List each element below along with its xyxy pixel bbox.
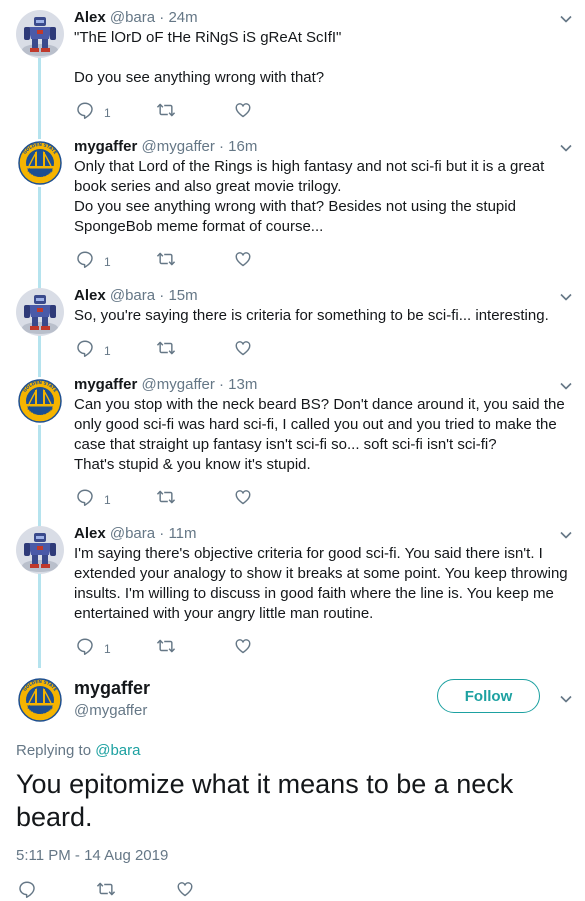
author-handle[interactable]: @mygaffer <box>142 376 215 393</box>
thread-tweet[interactable]: GOLDEN STATE WARRIORS mygaffer @mygaffer … <box>0 137 585 277</box>
reply-icon <box>76 250 94 268</box>
main-tweet-timestamp[interactable]: 5:11 PM - 14 Aug 2019 <box>16 847 168 864</box>
retweet-button[interactable] <box>156 487 176 507</box>
retweet-icon <box>156 637 176 655</box>
retweet-button[interactable] <box>156 636 176 656</box>
reply-count: 1 <box>104 642 111 656</box>
reply-icon <box>76 488 94 506</box>
tweet-header: Alex @bara · 11m <box>74 524 197 544</box>
reply-count: 1 <box>104 493 111 507</box>
robot-avatar[interactable] <box>16 526 64 574</box>
retweet-icon <box>156 101 176 119</box>
warriors-logo-avatar[interactable]: GOLDEN STATE WARRIORS <box>16 377 64 425</box>
tweet-header: Alex @bara · 15m <box>74 286 198 306</box>
tweet-text: Only that Lord of the Rings is high fant… <box>74 158 545 235</box>
author-handle[interactable]: @bara <box>110 525 155 542</box>
author-name[interactable]: Alex <box>74 525 106 542</box>
like-button[interactable] <box>234 249 252 269</box>
chevron-down-icon[interactable] <box>559 290 573 304</box>
heart-icon <box>176 880 194 898</box>
replying-to-link[interactable]: @bara <box>95 742 140 759</box>
tweet-text: Can you stop with the neck beard BS? Don… <box>74 396 565 473</box>
like-button[interactable] <box>234 100 252 120</box>
reply-button[interactable] <box>18 879 36 899</box>
heart-icon <box>234 250 252 268</box>
author-name[interactable]: mygaffer <box>74 138 137 155</box>
like-button[interactable] <box>176 879 194 899</box>
robot-avatar[interactable] <box>16 10 64 58</box>
warriors-logo-avatar[interactable]: GOLDEN STATE WARRIORS <box>16 139 64 187</box>
retweet-button[interactable] <box>156 338 176 358</box>
warriors-logo-avatar[interactable]: GOLDEN STATE WARRIORS <box>16 676 64 724</box>
heart-icon <box>234 339 252 357</box>
follow-button[interactable]: Follow <box>437 679 540 713</box>
chevron-down-icon[interactable] <box>559 692 573 706</box>
reply-icon <box>18 880 36 898</box>
chevron-down-icon[interactable] <box>559 141 573 155</box>
main-tweet-text: You epitomize what it means to be a neck… <box>16 769 514 832</box>
retweet-icon <box>156 339 176 357</box>
thread-tweet[interactable]: Alex @bara · 15m So, you're saying there… <box>0 286 585 366</box>
author-handle[interactable]: @bara <box>110 287 155 304</box>
robot-avatar[interactable] <box>16 288 64 336</box>
reply-button[interactable]: 1 <box>76 636 111 656</box>
reply-button[interactable]: 1 <box>76 487 111 507</box>
tweet-text: So, you're saying there is criteria for … <box>74 307 549 324</box>
tweet-header: mygaffer @mygaffer · 16m <box>74 137 257 157</box>
tweet-text: "ThE lOrD oF tHe RiNgS iS gReAt ScIfI" D… <box>74 29 342 86</box>
main-author-handle[interactable]: @mygaffer <box>74 702 147 719</box>
heart-icon <box>234 488 252 506</box>
like-button[interactable] <box>234 636 252 656</box>
heart-icon <box>234 101 252 119</box>
reply-count: 1 <box>104 255 111 269</box>
thread-tweet[interactable]: Alex @bara · 11m I'm saying there's obje… <box>0 524 585 664</box>
author-name[interactable]: mygaffer <box>74 376 137 393</box>
chevron-down-icon[interactable] <box>559 528 573 542</box>
tweet-time[interactable]: · 16m <box>219 138 257 155</box>
chevron-down-icon[interactable] <box>559 379 573 393</box>
tweet-text: I'm saying there's objective criteria fo… <box>74 545 572 622</box>
tweet-header: Alex @bara · 24m <box>74 8 198 28</box>
replying-to-label: Replying to <box>16 742 92 759</box>
tweet-time[interactable]: · 11m <box>159 525 196 542</box>
retweet-icon <box>156 250 176 268</box>
reply-button[interactable]: 1 <box>76 249 111 269</box>
like-button[interactable] <box>234 338 252 358</box>
chevron-down-icon[interactable] <box>559 12 573 26</box>
reply-icon <box>76 637 94 655</box>
retweet-icon <box>156 488 176 506</box>
author-handle[interactable]: @mygaffer <box>142 138 215 155</box>
reply-icon <box>76 101 94 119</box>
author-name[interactable]: Alex <box>74 287 106 304</box>
reply-count: 1 <box>104 106 111 120</box>
author-name[interactable]: Alex <box>74 9 106 26</box>
like-button[interactable] <box>234 487 252 507</box>
reply-button[interactable]: 1 <box>76 338 111 358</box>
retweet-button[interactable] <box>156 249 176 269</box>
heart-icon <box>234 637 252 655</box>
author-handle[interactable]: @bara <box>110 9 155 26</box>
retweet-button[interactable] <box>96 879 116 899</box>
retweet-icon <box>96 880 116 898</box>
reply-icon <box>76 339 94 357</box>
replying-to: Replying to @bara <box>16 742 140 759</box>
retweet-button[interactable] <box>156 100 176 120</box>
tweet-time[interactable]: · 24m <box>159 9 197 26</box>
tweet-time[interactable]: · 15m <box>159 287 197 304</box>
thread-tweet[interactable]: GOLDEN STATE WARRIORS mygaffer @mygaffer … <box>0 375 585 515</box>
main-author-name[interactable]: mygaffer <box>74 678 150 699</box>
tweet-time[interactable]: · 13m <box>219 376 257 393</box>
thread-tweet[interactable]: Alex @bara · 24m "ThE lOrD oF tHe RiNgS … <box>0 8 585 130</box>
tweet-header: mygaffer @mygaffer · 13m <box>74 375 257 395</box>
reply-button[interactable]: 1 <box>76 100 111 120</box>
reply-count: 1 <box>104 344 111 358</box>
